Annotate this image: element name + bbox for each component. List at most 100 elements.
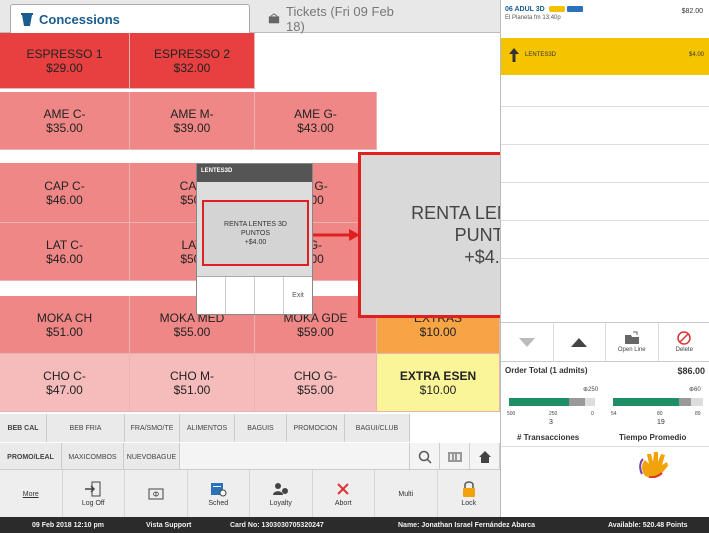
- category-promocion[interactable]: PROMOCION: [287, 414, 345, 442]
- ticket-type-badge-icon: [567, 6, 583, 12]
- status-name: Name: Jonathan Israel Fernández Abarca: [398, 521, 536, 529]
- lock-icon: [462, 481, 475, 497]
- scroll-up-button[interactable]: [554, 323, 606, 361]
- popup-footer: Exit: [197, 276, 312, 314]
- modifier-popup: LENTES3D RENTA LENTES 3D PUNTOS +$4.00 E…: [196, 163, 313, 315]
- category-beb-fria[interactable]: BEB FRIA: [47, 414, 125, 442]
- tile-name: ESPRESSO 1: [26, 46, 103, 61]
- gauge1-light: [585, 398, 595, 406]
- tab-concessions[interactable]: Concessions: [10, 4, 250, 33]
- popup-item-renta-lentes[interactable]: RENTA LENTES 3D PUNTOS +$4.00: [202, 200, 309, 266]
- tile-cho-c[interactable]: CHO C- $47.00: [0, 354, 130, 412]
- tile-ame-g[interactable]: AME G- $43.00: [255, 92, 377, 150]
- tile-price: $46.00: [46, 251, 83, 266]
- tile-ame-m[interactable]: AME M- $39.00: [130, 92, 255, 150]
- tile-moka-ch[interactable]: MOKA CH $51.00: [0, 296, 130, 354]
- gauge2-green: [613, 398, 679, 406]
- sched-button[interactable]: Sched: [188, 470, 250, 518]
- barcode-icon: [447, 452, 462, 462]
- barcode-button[interactable]: [440, 443, 470, 471]
- order-item-price: $82.00: [681, 8, 703, 15]
- schedule-icon: [211, 483, 227, 497]
- abort-button[interactable]: Abort: [313, 470, 375, 518]
- tab-bar: Concessions Tickets (Fri 09 Feb 18): [0, 0, 500, 34]
- category-row-2: PROMO/LEAL MAXICOMBOS NUEVOBAGUE: [0, 443, 500, 471]
- tile-price: $55.00: [173, 324, 211, 339]
- scroll-down-button[interactable]: [501, 323, 554, 361]
- tile-cho-m[interactable]: CHO M- $51.00: [130, 354, 255, 412]
- arrow-right-icon: [313, 229, 360, 241]
- tile-name: ESPRESSO 2: [153, 46, 231, 61]
- loyalty-button[interactable]: Loyalty: [250, 470, 313, 518]
- 3d-badge-icon: [549, 6, 565, 12]
- tab-concessions-label: Concessions: [39, 11, 120, 27]
- sched-label: Sched: [208, 500, 229, 507]
- gauge-tiempo: ⊕60 54 80 89 19: [609, 386, 707, 430]
- lock-label: Lock: [461, 500, 477, 507]
- tile-price: $43.00: [297, 120, 334, 135]
- category-fra-smo-te[interactable]: FRA/SMO/TE: [125, 414, 180, 442]
- gauge2-tick: 89: [695, 411, 701, 417]
- category-promo-leal[interactable]: PROMO/LEAL: [0, 443, 62, 471]
- popup-header: LENTES3D: [197, 164, 312, 182]
- ticket-icon: [268, 12, 280, 23]
- lock-button[interactable]: Lock: [438, 470, 501, 518]
- status-available: Available: 520.48 Points: [608, 521, 688, 529]
- tile-espresso-2[interactable]: ESPRESSO 2 $32.00: [130, 33, 255, 89]
- price-button[interactable]: Φ: [125, 470, 188, 518]
- tile-ame-c[interactable]: AME C- $35.00: [0, 92, 130, 150]
- tile-name: MOKA CH: [36, 310, 93, 325]
- tile-name: LAT C-: [46, 237, 83, 252]
- tile-espresso-1[interactable]: ESPRESSO 1 $29.00: [0, 33, 130, 89]
- category-row-1: BEB CAL BEB FRIA FRA/SMO/TE ALIMENTOS BA…: [0, 414, 410, 442]
- tile-price: $46.00: [46, 192, 83, 207]
- gauge1-tick: 250: [549, 411, 558, 417]
- divider: [501, 106, 709, 107]
- tab-tickets[interactable]: Tickets (Fri 09 Feb 18): [268, 3, 398, 34]
- tile-price: $55.00: [297, 382, 334, 397]
- log-off-icon: [85, 481, 101, 497]
- tile-name: CHO G-: [293, 368, 338, 383]
- multi-label: Multi: [398, 490, 414, 498]
- popup-exit-button[interactable]: Exit: [284, 277, 312, 314]
- tile-cho-g[interactable]: CHO G- $55.00: [255, 354, 377, 412]
- tile-price: $51.00: [46, 324, 83, 339]
- popup-blank: [226, 277, 255, 314]
- tile-extra-esen[interactable]: EXTRA ESEN $10.00: [377, 354, 500, 412]
- order-panel: 06 ADUL 3D El Planeta fm 13:40p $82.00 L…: [500, 0, 709, 517]
- price-icon: Φ: [148, 488, 164, 500]
- order-sub-item-selected[interactable]: LENTES3D $4.00: [501, 38, 709, 75]
- log-off-button[interactable]: Log Off: [63, 470, 125, 518]
- hand-icon: [639, 452, 668, 478]
- gauge1-marker: ⊕250: [583, 387, 599, 393]
- search-button[interactable]: [410, 443, 440, 471]
- open-line-button[interactable]: Open Line: [606, 323, 659, 361]
- status-user: Vista Support: [146, 521, 192, 529]
- gauge2-gray: [679, 398, 691, 406]
- tile-price: $10.00: [419, 382, 457, 397]
- category-nuevobague[interactable]: NUEVOBAGUE: [124, 443, 180, 471]
- tile-lat-c[interactable]: LAT C- $46.00: [0, 223, 130, 281]
- gauge2-marker: ⊕60: [689, 387, 701, 393]
- delete-icon: [677, 331, 691, 345]
- category-alimentos[interactable]: ALIMENTOS: [180, 414, 235, 442]
- tile-cap-c[interactable]: CAP C- $46.00: [0, 163, 130, 223]
- abort-icon: [337, 483, 349, 495]
- category-baguis[interactable]: BAGUIS: [235, 414, 287, 442]
- more-button[interactable]: More: [0, 470, 63, 518]
- category-beb-cal[interactable]: BEB CAL: [0, 414, 47, 442]
- tiempo-label: Tiempo Promedio: [619, 433, 687, 442]
- gauge2-value: 19: [657, 419, 665, 426]
- category-maxicombos[interactable]: MAXICOMBOS: [62, 443, 124, 471]
- delete-button[interactable]: Delete: [659, 323, 709, 361]
- abort-label: Abort: [334, 500, 352, 507]
- home-button[interactable]: [470, 443, 500, 471]
- tab-tickets-label: Tickets (Fri 09 Feb 18): [286, 3, 394, 34]
- category-bagui-club[interactable]: BAGUI/CLUB: [345, 414, 410, 442]
- order-controls: Open Line Delete: [501, 322, 709, 362]
- order-item-title: 06 ADUL 3D: [505, 6, 545, 13]
- status-datetime: 09 Feb 2018 12:10 pm: [32, 521, 104, 529]
- open-line-label: Open Line: [617, 347, 646, 353]
- multi-button[interactable]: Multi: [375, 470, 438, 518]
- gauge-transacciones: ⊕250 500 250 0 3: [505, 386, 603, 430]
